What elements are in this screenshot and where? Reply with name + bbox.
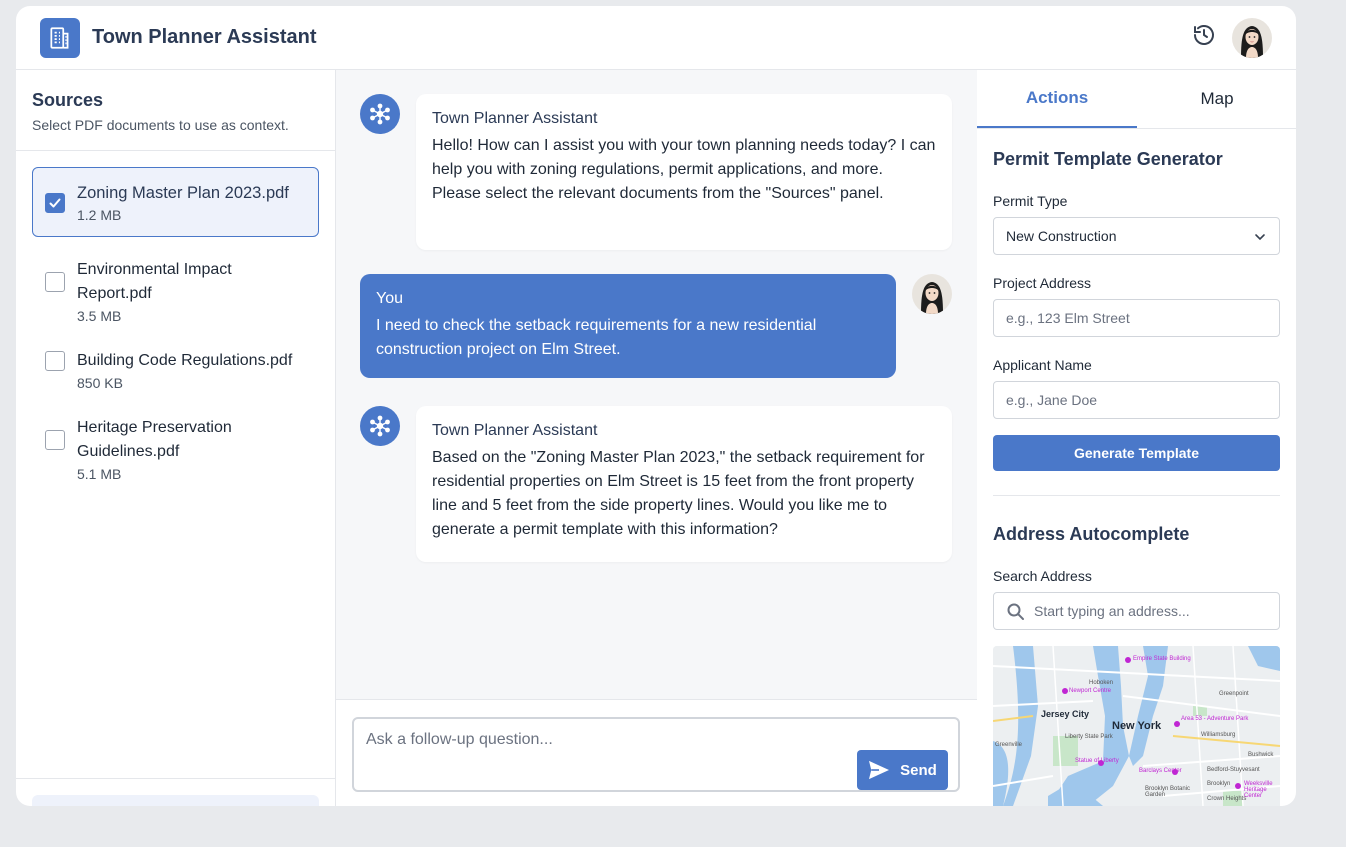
building-icon: [40, 18, 80, 58]
source-file-heritage[interactable]: Heritage Preservation Guidelines.pdf 5.1…: [32, 415, 319, 485]
chat-panel: Town Planner Assistant Hello! How can I …: [336, 70, 977, 806]
file-size: 5.1 MB: [77, 466, 122, 482]
sources-footer: [16, 778, 335, 806]
user-avatar: [912, 274, 952, 314]
map-label: Bushwick: [1248, 752, 1274, 758]
generate-template-button[interactable]: Generate Template: [993, 435, 1280, 471]
actions-panel: Actions Map Permit Template Generator Pe…: [977, 70, 1296, 806]
project-address-input[interactable]: e.g., 123 Elm Street: [993, 299, 1280, 337]
file-name: Heritage Preservation Guidelines.pdf: [77, 419, 232, 460]
tab-map[interactable]: Map: [1137, 70, 1296, 128]
assistant-message: Town Planner Assistant Hello! How can I …: [416, 94, 952, 250]
send-button[interactable]: Send: [857, 750, 948, 790]
checkbox[interactable]: [45, 351, 65, 371]
composer-placeholder: Ask a follow-up question...: [366, 731, 553, 748]
user-message: You I need to check the setback requirem…: [360, 274, 896, 378]
map-label: Empire State Building: [1133, 656, 1191, 662]
map-label: Barclays Center: [1139, 768, 1182, 774]
checkbox[interactable]: [45, 272, 65, 292]
map-label: Area 53 - Adventure Park: [1181, 716, 1249, 722]
composer-area: Ask a follow-up question... Send: [336, 699, 977, 806]
map-label: New York: [1112, 720, 1162, 732]
sources-header: Sources Select PDF documents to use as c…: [16, 70, 335, 151]
source-file-environmental[interactable]: Environmental Impact Report.pdf 3.5 MB: [32, 257, 319, 327]
message-text: Based on the "Zoning Master Plan 2023," …: [432, 449, 925, 538]
sources-subtitle: Select PDF documents to use as context.: [32, 117, 289, 133]
assistant-icon: [360, 406, 400, 446]
sources-footer-button[interactable]: [32, 795, 319, 806]
search-icon: [1007, 603, 1024, 620]
history-icon[interactable]: [1192, 23, 1216, 47]
message-sender: You: [376, 290, 403, 307]
file-size: 3.5 MB: [77, 308, 122, 324]
map-label: Crown Heights: [1207, 796, 1247, 802]
assistant-icon: [360, 94, 400, 134]
follow-up-input[interactable]: Ask a follow-up question... Send: [352, 717, 960, 792]
map-label: Liberty State Park: [1065, 734, 1113, 740]
map-label: Bedford-Stuyvesant: [1207, 767, 1260, 773]
file-size: 850 KB: [77, 375, 123, 391]
map-label: Hoboken: [1089, 680, 1114, 686]
search-address-label: Search Address: [993, 568, 1092, 584]
message-text: I need to check the setback requirements…: [376, 317, 817, 358]
source-file-zoning[interactable]: Zoning Master Plan 2023.pdf 1.2 MB: [32, 167, 319, 237]
send-label: Send: [900, 761, 937, 779]
tab-actions[interactable]: Actions: [977, 70, 1137, 128]
file-name: Building Code Regulations.pdf: [77, 352, 293, 369]
map-preview[interactable]: Empire State Building Hoboken Newport Ce…: [993, 646, 1280, 806]
map-label: Statue of Liberty: [1075, 758, 1119, 764]
permit-type-select[interactable]: New Construction: [993, 217, 1280, 255]
sources-panel: Sources Select PDF documents to use as c…: [16, 70, 336, 806]
applicant-name-label: Applicant Name: [993, 357, 1092, 373]
map-label: Greenpoint: [1219, 691, 1249, 697]
applicant-name-input[interactable]: e.g., Jane Doe: [993, 381, 1280, 419]
sources-list: Zoning Master Plan 2023.pdf 1.2 MB Envir…: [16, 151, 335, 517]
autocomplete-title: Address Autocomplete: [993, 524, 1190, 544]
map-label: Brooklyn: [1207, 781, 1231, 787]
file-size: 1.2 MB: [77, 207, 122, 223]
map-label: Greenville: [995, 742, 1023, 748]
project-address-placeholder: e.g., 123 Elm Street: [1006, 310, 1130, 326]
project-address-label: Project Address: [993, 275, 1092, 291]
applicant-name-placeholder: e.g., Jane Doe: [1006, 392, 1098, 408]
file-name: Environmental Impact Report.pdf: [77, 261, 232, 302]
app-title: Town Planner Assistant: [92, 26, 317, 48]
permit-title: Permit Template Generator: [993, 149, 1223, 169]
message-text: Hello! How can I assist you with your to…: [432, 137, 936, 202]
file-name: Zoning Master Plan 2023.pdf: [77, 184, 289, 202]
message-sender: Town Planner Assistant: [432, 110, 598, 127]
assistant-message: Town Planner Assistant Based on the "Zon…: [416, 406, 952, 562]
divider: [993, 495, 1280, 496]
map-label: Newport Centre: [1069, 688, 1112, 694]
send-icon: [869, 760, 890, 780]
search-address-placeholder: Start typing an address...: [1034, 603, 1190, 619]
map-label: Williamsburg: [1201, 732, 1236, 738]
checkbox[interactable]: [45, 430, 65, 450]
header: Town Planner Assistant: [16, 6, 1296, 70]
permit-type-label: Permit Type: [993, 193, 1068, 209]
map-label: Jersey City: [1041, 709, 1090, 719]
checkbox-checked[interactable]: [45, 193, 65, 213]
tabs: Actions Map: [977, 70, 1296, 129]
user-avatar[interactable]: [1232, 18, 1272, 58]
permit-type-value: New Construction: [1006, 228, 1117, 244]
map-label: Weeksville Heritage Center: [1244, 781, 1273, 799]
message-sender: Town Planner Assistant: [432, 422, 598, 439]
chevron-down-icon: [1255, 234, 1265, 241]
sources-title: Sources: [32, 90, 104, 110]
source-file-building-code[interactable]: Building Code Regulations.pdf 850 KB: [32, 348, 319, 394]
app-window: Town Planner Assistant Sources Select PD…: [16, 6, 1296, 806]
map-label: Brooklyn Botanic Garden: [1145, 786, 1191, 798]
search-address-input[interactable]: Start typing an address...: [993, 592, 1280, 630]
